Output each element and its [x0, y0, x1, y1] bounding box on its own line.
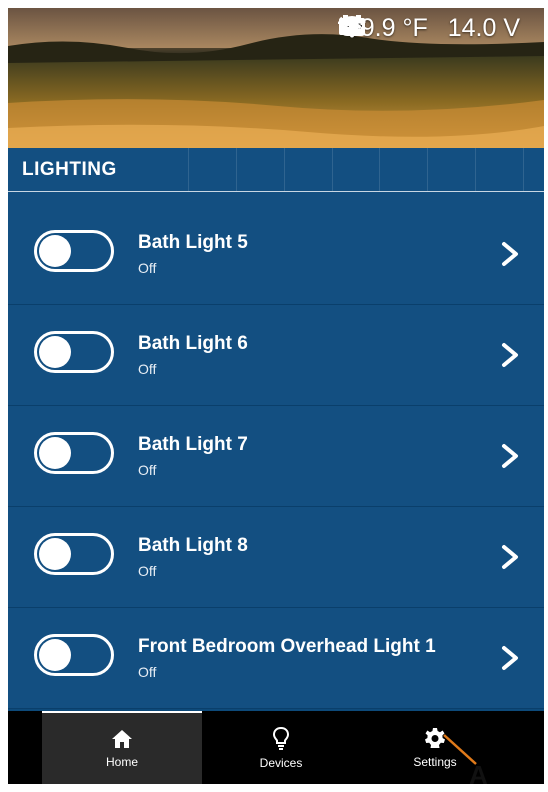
- callout-arrow: [443, 734, 477, 765]
- callout-label: A: [469, 760, 488, 790]
